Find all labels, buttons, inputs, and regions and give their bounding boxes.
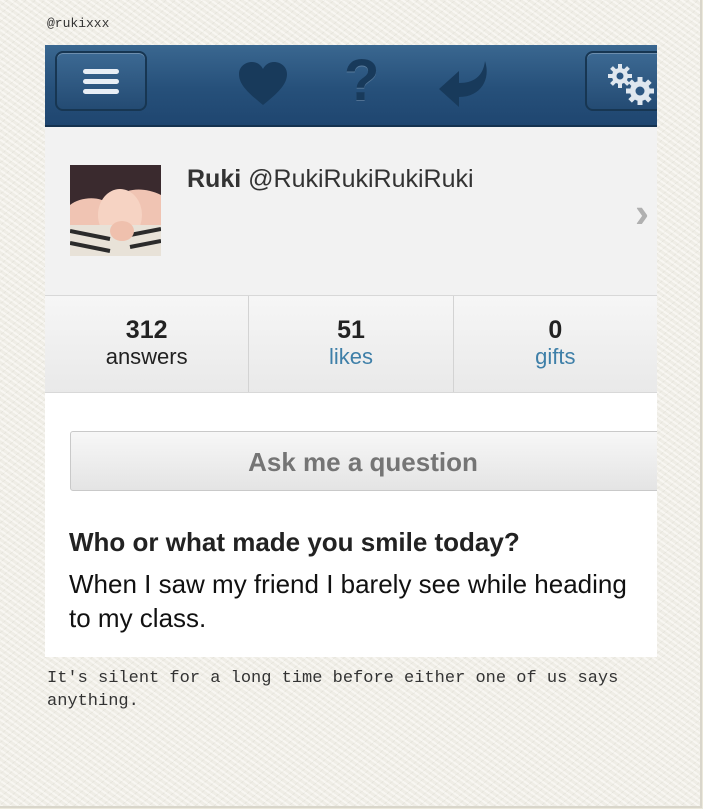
help-icon[interactable]: ?: [344, 47, 379, 114]
top-navbar: ?: [45, 45, 657, 127]
username: @RukiRukiRukiRuki: [248, 165, 474, 193]
answers-label: answers: [105, 344, 188, 369]
likes-count: 51: [337, 316, 365, 344]
heart-icon[interactable]: [237, 61, 289, 112]
question-text: Who or what made you smile today?: [69, 527, 520, 557]
settings-gear-icon: [607, 63, 657, 112]
settings-button[interactable]: [585, 51, 657, 111]
profile-name: Ruki @RukiRukiRukiRuki: [187, 165, 474, 194]
stat-answers[interactable]: 312 answers: [45, 296, 250, 392]
app-screenshot: ? Ruki @RukiRukiRukiRuki › 312 answers 5…: [45, 45, 657, 657]
author-handle: @rukixxx: [47, 16, 110, 31]
back-arrow-icon[interactable]: [437, 57, 493, 114]
paper-background: @rukixxx ? Ruki @RukiRukiRukiRuki › 312 …: [0, 0, 702, 808]
profile-header[interactable]: Ruki @RukiRukiRukiRuki ›: [45, 127, 657, 295]
ask-question-button[interactable]: Ask me a question: [70, 431, 657, 491]
likes-label[interactable]: likes: [249, 344, 452, 370]
gifts-count: 0: [548, 316, 563, 344]
answers-count: 312: [125, 316, 168, 344]
menu-icon: [83, 69, 119, 99]
stats-bar: 312 answers 51 likes 0 gifts: [45, 295, 657, 393]
stat-likes[interactable]: 51 likes: [249, 296, 454, 392]
stat-gifts[interactable]: 0 gifts: [454, 296, 657, 392]
chevron-right-icon[interactable]: ›: [635, 189, 649, 237]
answer-text: When I saw my friend I barely see while …: [69, 569, 627, 633]
menu-button[interactable]: [55, 51, 147, 111]
gifts-label[interactable]: gifts: [454, 344, 657, 370]
avatar[interactable]: [70, 165, 161, 256]
display-name: Ruki: [187, 165, 242, 193]
caption-text: It's silent for a long time before eithe…: [47, 669, 619, 711]
